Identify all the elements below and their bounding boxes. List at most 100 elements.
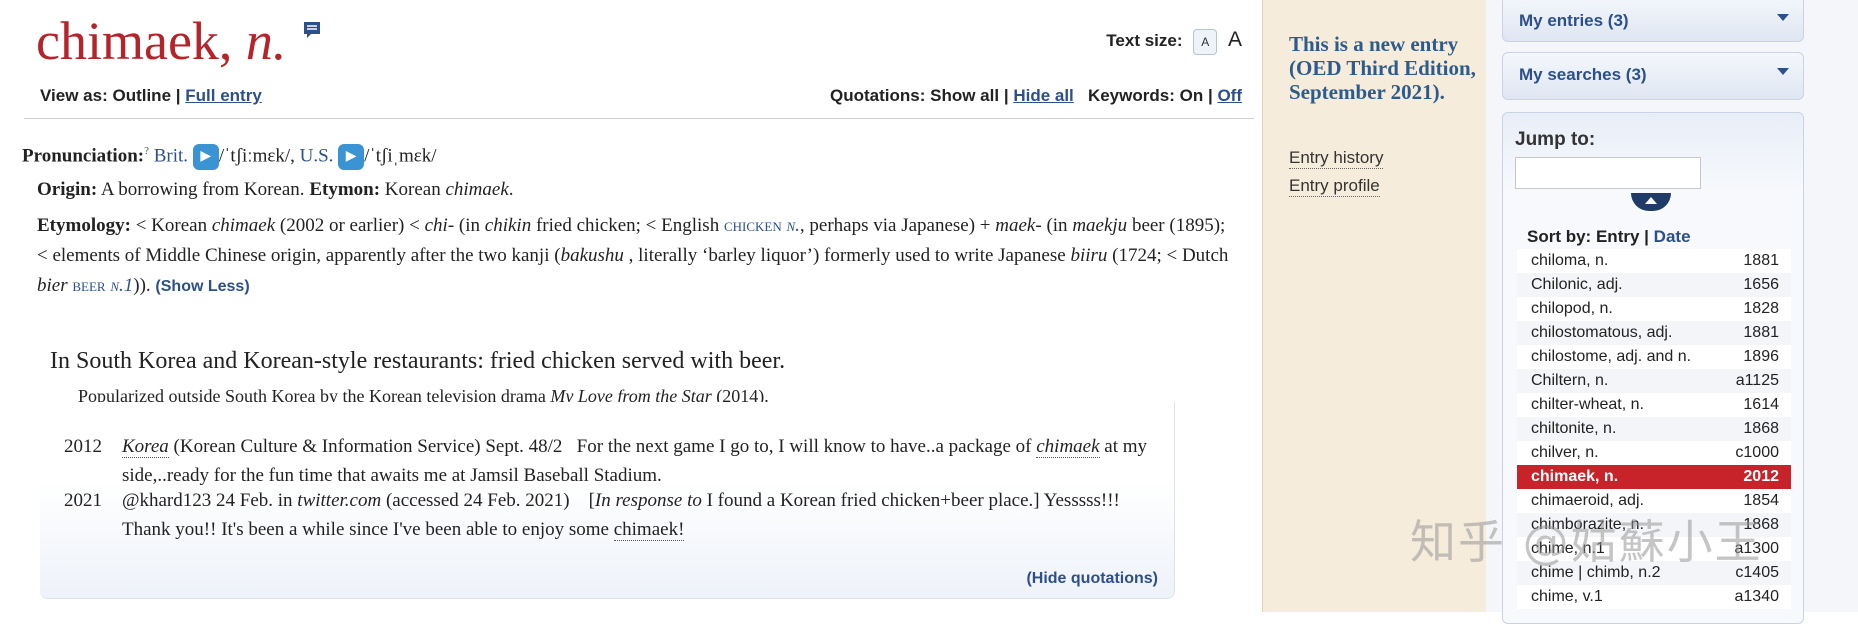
help-icon[interactable]: ? [144, 145, 149, 157]
list-item[interactable]: chilter-wheat, n. 1614 [1517, 393, 1791, 417]
entry-list: chiloma, n. 1881 Chilonic, adj. 1656 chilo… [1517, 249, 1791, 609]
new-entry-notice: This is a new entry (OED Third Edition, … [1289, 32, 1476, 104]
etymon-text: Korean [384, 179, 441, 200]
etym-text: < Korean [135, 215, 208, 236]
etym-word: bier [37, 275, 68, 296]
text-size-large-button[interactable]: A [1228, 28, 1242, 51]
list-item[interactable]: chilver, n. c1000 [1517, 441, 1791, 465]
brit-label: Brit. [153, 145, 189, 167]
etymology: Etymology: < Korean chimaek (2002 or ear… [37, 211, 1237, 302]
hide-quotations-link[interactable]: (Hide quotations) [1026, 570, 1158, 588]
separator: | [175, 86, 181, 105]
etymology-label: Etymology: [37, 215, 131, 236]
sidebar: My entries (3) My searches (3) Jump to: … [1486, 0, 1858, 624]
my-searches-dropdown[interactable]: My searches (3) [1502, 52, 1804, 100]
list-item[interactable]: chilopod, n. 1828 [1517, 297, 1791, 321]
entry-profile-link[interactable]: Entry profile [1289, 176, 1380, 197]
entry-panel: chimaek, n. Text size: A A View as: Outl… [0, 0, 1262, 612]
list-item[interactable]: chime, v.1 a1340 [1517, 585, 1791, 609]
etym-word: chi- [424, 215, 455, 236]
list-item[interactable]: chilostomatous, adj. 1881 [1517, 321, 1791, 345]
sort-by: Sort by: Entry | Date [1527, 227, 1691, 247]
etym-text: (1724; < Dutch [1112, 245, 1229, 266]
etymon-end: . [508, 179, 514, 200]
etym-word: maek- [995, 215, 1042, 236]
etym-text: (2002 or earlier) < [279, 215, 420, 236]
separator: | [1644, 227, 1649, 246]
list-item[interactable]: chiltonite, n. 1868 [1517, 417, 1791, 441]
view-full-entry-link[interactable]: Full entry [185, 86, 262, 105]
list-item[interactable]: chilostome, adj. and n. 1896 [1517, 345, 1791, 369]
text-size-small-button[interactable]: A [1193, 29, 1218, 55]
view-as-bar: View as: Outline | Full entry [40, 86, 262, 106]
quotation-keyword: chimaek! [613, 519, 685, 541]
separator: | [1003, 86, 1009, 105]
view-as-label: View as: [40, 86, 108, 105]
sort-label: Sort by: [1527, 227, 1592, 246]
sort-date-link[interactable]: Date [1654, 227, 1691, 246]
origin-text: A borrowing from Korean. [100, 179, 305, 200]
origin: Origin: A borrowing from Korean. Etymon:… [37, 179, 514, 201]
list-item[interactable]: chimaeroid, adj. 1854 [1517, 489, 1791, 513]
etym-text: (in [458, 215, 481, 236]
pronunciation-label: Pronunciation: [22, 145, 145, 167]
my-entries-dropdown[interactable]: My entries (3) [1502, 0, 1804, 42]
jump-to-panel: Jump to: Sort by: Entry | Date chiloma, … [1502, 112, 1804, 624]
etym-text: (in [1046, 215, 1068, 236]
list-item[interactable]: Chiltern, n. a1125 [1517, 369, 1791, 393]
etym-text: fried chicken; < English [535, 215, 720, 236]
etym-text: )). [133, 275, 151, 296]
my-searches-label: My searches (3) [1519, 65, 1647, 84]
quotation-year: 2021 [64, 490, 102, 511]
quotation-source: twitter.com [297, 490, 382, 511]
quotation-source[interactable]: Korea [122, 436, 169, 458]
quotation-text: I found a Korean fried chicken+beer plac… [706, 490, 1040, 511]
chevron-down-icon [1777, 14, 1789, 21]
crossref-beer-link[interactable]: beer n.1 [72, 275, 133, 296]
origin-label: Origin: [37, 179, 98, 200]
jump-to-input[interactable] [1515, 157, 1701, 189]
crossref-chicken-link[interactable]: chicken n. [724, 215, 800, 236]
quotations-hide-all-link[interactable]: Hide all [1013, 86, 1073, 105]
brit-ipa: /ˈtʃiːmɛk/, [218, 145, 295, 167]
scroll-up-icon[interactable] [1631, 193, 1671, 211]
quotation-controls: Quotations: Show all | Hide all Keywords… [830, 86, 1242, 106]
quotation-year: 2012 [64, 436, 102, 457]
etym-text: , perhaps via Japanese) + [799, 215, 991, 236]
view-outline: Outline [112, 86, 172, 105]
text-size-control: Text size: A A [1106, 28, 1242, 55]
chevron-down-icon [1777, 68, 1789, 75]
list-item[interactable]: chime, n.1 a1300 [1517, 537, 1791, 561]
quotations-label: Quotations: [829, 86, 926, 105]
quotation-note: In response to [594, 490, 702, 511]
keywords-off-link[interactable]: Off [1217, 86, 1242, 105]
show-less-link[interactable]: (Show Less) [155, 278, 249, 295]
text-size-label: Text size: [1106, 31, 1183, 50]
sort-entry: Entry [1595, 227, 1640, 246]
list-item[interactable]: Chilonic, adj. 1656 [1517, 273, 1791, 297]
etym-word: maekju [1072, 215, 1128, 236]
keywords-label: Keywords: [1087, 86, 1175, 105]
quotations-box: 2012 Korea (Korean Culture & Information… [40, 402, 1175, 599]
header-divider [24, 118, 1254, 119]
note-icon[interactable] [302, 20, 322, 40]
list-item[interactable]: chiloma, n. 1881 [1517, 249, 1791, 273]
us-ipa: /ˈtʃiˌmɛk/ [364, 145, 437, 167]
sense-definition: In South Korea and Korean-style restaura… [50, 348, 786, 374]
quotation-keyword: chimaek [1036, 436, 1100, 458]
quotations-show-all: Show all [930, 86, 1000, 105]
quotation-publication: (Korean Culture & Information Service) S… [173, 436, 563, 457]
etym-word: biiru [1070, 245, 1108, 266]
etymon-word: chimaek [445, 179, 509, 200]
play-audio-us-icon[interactable]: ▶ [338, 144, 365, 170]
entry-history-link[interactable]: Entry history [1289, 148, 1384, 169]
list-item[interactable]: chime | chimb, n.2 c1405 [1517, 561, 1791, 585]
list-item-active[interactable]: chimaek, n. 2012 [1517, 465, 1791, 489]
etym-word: chimaek [211, 215, 276, 236]
play-audio-brit-icon[interactable]: ▶ [192, 144, 219, 170]
us-label: U.S. [299, 145, 334, 167]
my-entries-label: My entries (3) [1519, 11, 1629, 30]
quotation-source-author: @khard123 24 Feb. in [122, 490, 293, 511]
list-item[interactable]: chimborazite, n. 1868 [1517, 513, 1791, 537]
keywords-on: On [1179, 86, 1204, 105]
